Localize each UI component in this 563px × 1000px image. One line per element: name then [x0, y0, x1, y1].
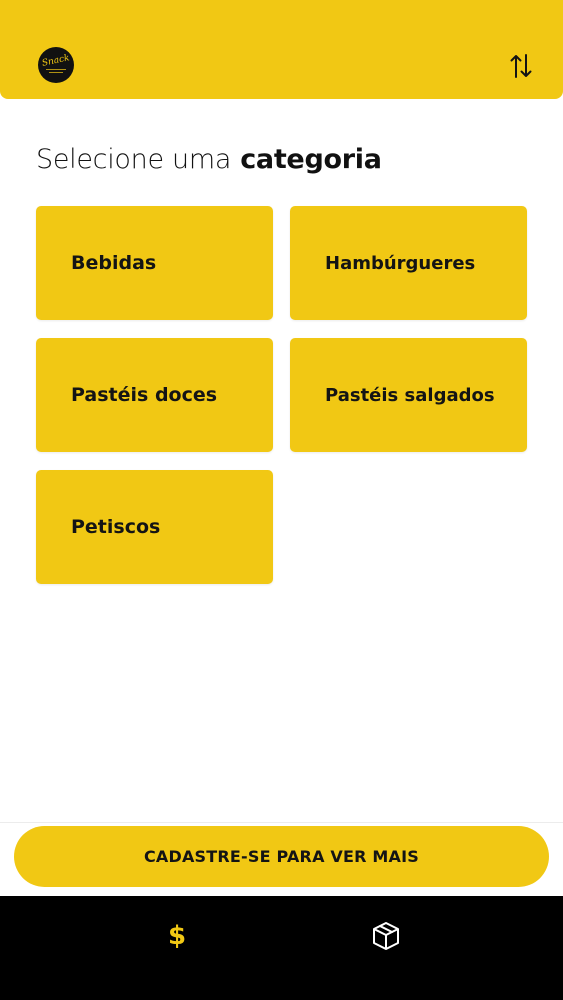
- bottom-nav: $: [0, 896, 563, 1000]
- dollar-icon: $: [167, 921, 187, 951]
- category-label: Bebidas: [71, 252, 157, 274]
- package-box-icon: [373, 922, 399, 950]
- category-label: Hambúrgueres: [325, 252, 476, 274]
- sort-button[interactable]: [506, 50, 536, 82]
- restaurant-logo: Snack: [38, 47, 74, 83]
- header-bar: Snack: [0, 0, 563, 99]
- category-card-pasteis-doces[interactable]: Pastéis doces: [36, 338, 273, 452]
- nav-item-orders[interactable]: [366, 916, 406, 956]
- category-label: Petiscos: [71, 516, 161, 538]
- nav-item-prices[interactable]: $: [157, 916, 197, 956]
- category-card-bebidas[interactable]: Bebidas: [36, 206, 273, 320]
- category-label: Pastéis salgados: [325, 384, 495, 406]
- category-card-petiscos[interactable]: Petiscos: [36, 470, 273, 584]
- page-title-prefix: Selecione uma: [36, 144, 232, 175]
- app-screen: Snack Selecione uma categoria Bebidas Ha…: [0, 0, 563, 1000]
- page-title-emphasis: categoria: [240, 144, 382, 175]
- page-title: Selecione uma categoria: [36, 144, 382, 175]
- category-card-pasteis-salgados[interactable]: Pastéis salgados: [290, 338, 527, 452]
- category-card-hamburgueres[interactable]: Hambúrgueres: [290, 206, 527, 320]
- sort-arrows-icon: [510, 54, 532, 78]
- signup-button[interactable]: CADASTRE-SE PARA VER MAIS: [14, 826, 549, 887]
- category-label: Pastéis doces: [71, 384, 218, 406]
